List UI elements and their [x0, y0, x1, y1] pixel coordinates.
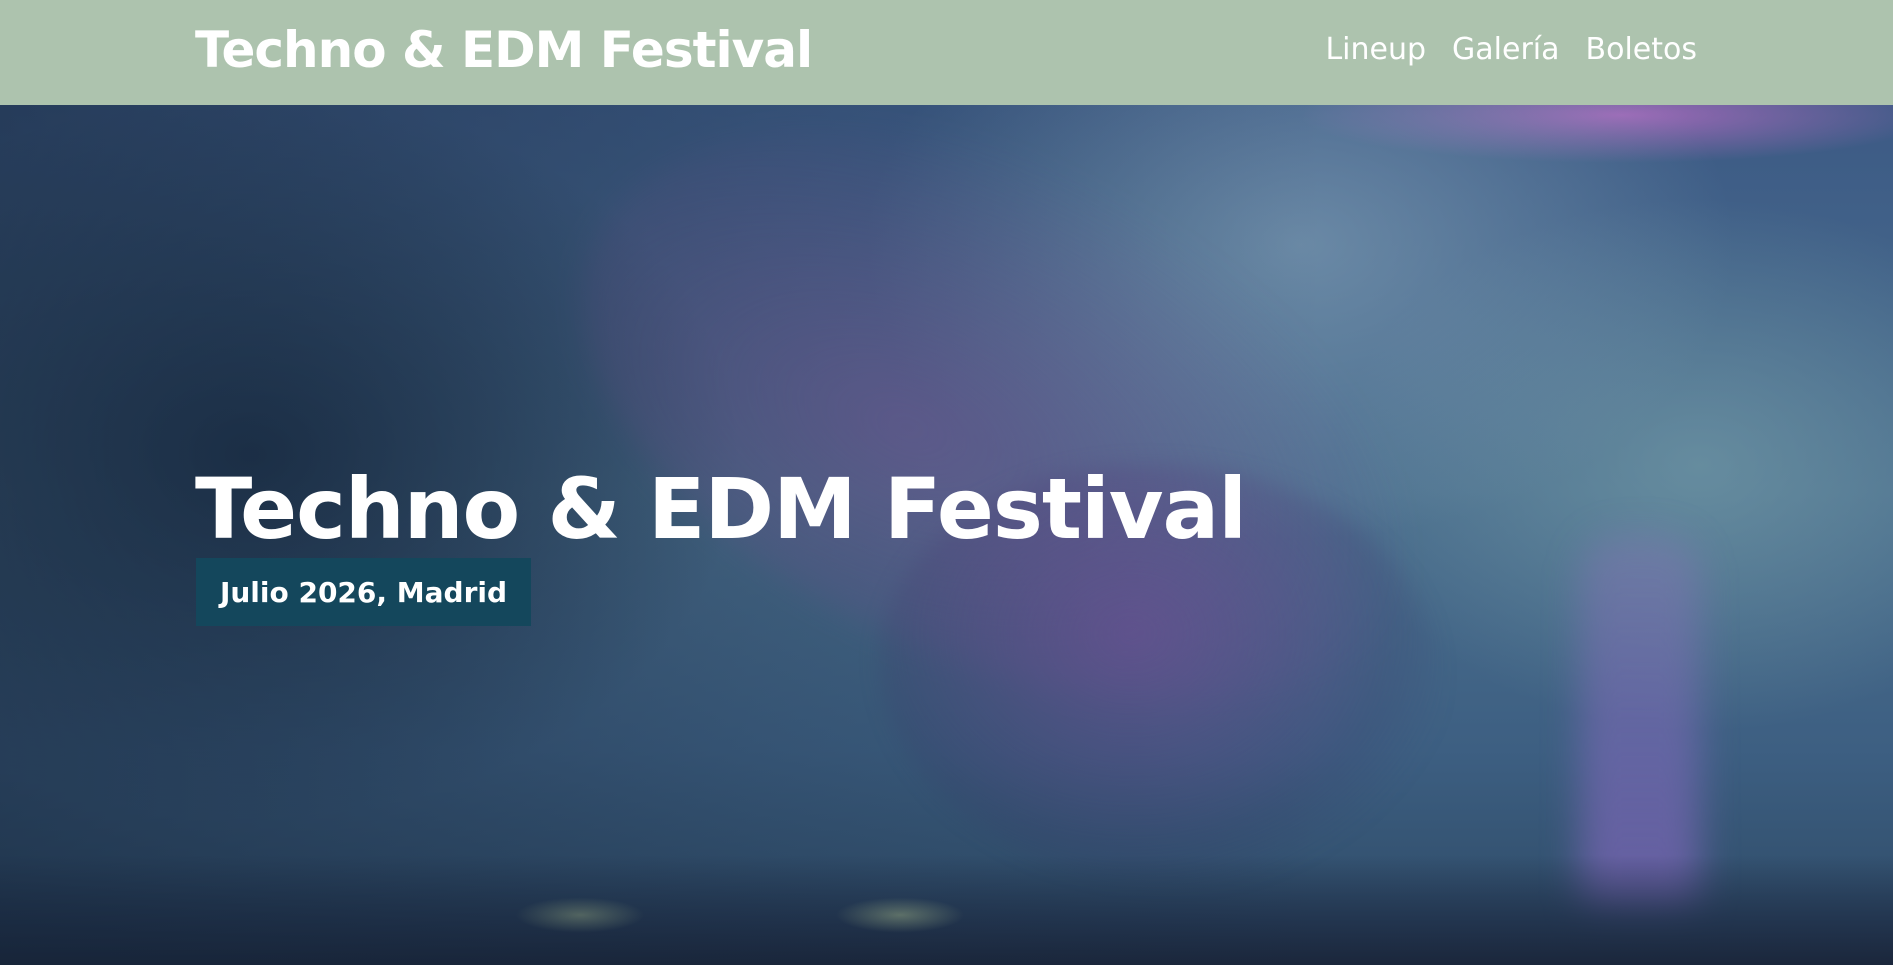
nav-link-lineup[interactable]: Lineup [1325, 28, 1426, 72]
main-nav: Lineup Galería Boletos [1325, 28, 1697, 72]
brand-logo-link[interactable]: Techno & EDM Festival [195, 18, 813, 82]
top-navbar: Techno & EDM Festival Lineup Galería Bol… [0, 0, 1893, 105]
nav-link-boletos[interactable]: Boletos [1586, 28, 1697, 72]
hero-section: Techno & EDM Festival Julio 2026, Madrid [0, 105, 1893, 965]
event-date-badge: Julio 2026, Madrid [196, 558, 531, 626]
hero-title: Techno & EDM Festival [195, 460, 1247, 558]
nav-link-galeria[interactable]: Galería [1452, 28, 1559, 72]
